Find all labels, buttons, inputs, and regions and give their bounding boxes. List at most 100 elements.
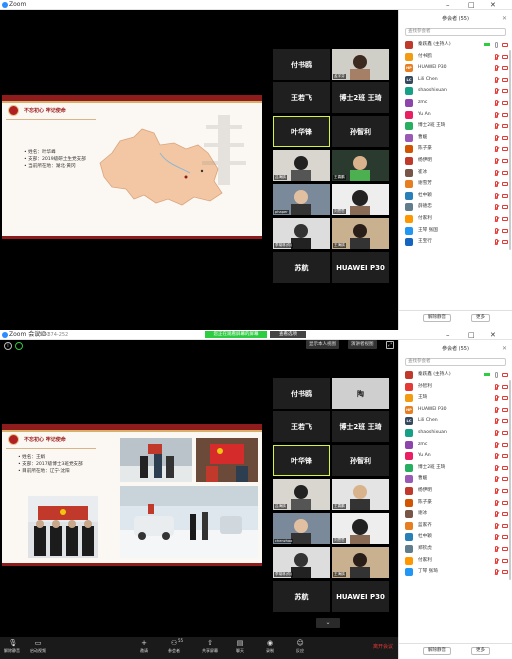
video-tile[interactable]: 吕海鸥 xyxy=(273,150,330,181)
video-off-icon[interactable] xyxy=(502,500,508,505)
video-off-icon[interactable] xyxy=(502,182,508,187)
video-off-icon[interactable] xyxy=(502,170,508,175)
video-tile[interactable]: 王海鸥 xyxy=(332,218,389,249)
video-tile[interactable]: 孙智利 xyxy=(332,116,389,147)
video-tile[interactable]: 王若飞 xyxy=(273,82,330,113)
participant-row[interactable]: shaoshixuan xyxy=(405,86,512,98)
toolbar-button[interactable]: ⇧ 共享屏幕 xyxy=(198,638,222,658)
participant-row[interactable]: 陈子豪 xyxy=(405,498,512,510)
close-icon[interactable]: ✕ xyxy=(490,0,496,10)
video-tile[interactable]: 李胡林(你) xyxy=(273,547,330,578)
fullscreen-icon[interactable]: ⤢ xyxy=(386,341,394,349)
participant-row[interactable]: 薛德忠 xyxy=(405,202,512,214)
participant-row[interactable]: 秦跃鑫 (主持人) xyxy=(405,370,512,382)
video-tile[interactable]: HUAWEI P30 xyxy=(332,581,389,612)
video-off-icon[interactable] xyxy=(502,512,508,517)
microphone-muted-icon[interactable] xyxy=(495,522,498,529)
participant-row[interactable]: 王琦 xyxy=(405,393,512,405)
video-off-icon[interactable] xyxy=(502,396,508,401)
video-off-icon[interactable] xyxy=(502,112,508,117)
microphone-muted-icon[interactable] xyxy=(495,169,498,176)
video-tile[interactable]: 刘思思 xyxy=(332,513,389,544)
microphone-muted-icon[interactable] xyxy=(495,487,498,494)
microphone-icon[interactable] xyxy=(495,42,498,48)
microphone-muted-icon[interactable] xyxy=(495,406,498,413)
participant-row[interactable]: HP HUAWEI P30 xyxy=(405,405,512,417)
video-off-icon[interactable] xyxy=(502,373,508,377)
participant-row[interactable]: shaoshixuan xyxy=(405,428,512,440)
participant-row[interactable]: 付家利 xyxy=(405,556,512,568)
microphone-muted-icon[interactable] xyxy=(495,76,498,83)
video-tile[interactable]: 付书鸥 xyxy=(273,49,330,80)
chevron-down-icon[interactable]: ⌄ xyxy=(316,618,340,628)
microphone-muted-icon[interactable] xyxy=(495,204,498,211)
video-off-icon[interactable] xyxy=(502,147,508,152)
microphone-muted-icon[interactable] xyxy=(495,111,498,118)
video-off-icon[interactable] xyxy=(502,535,508,540)
participant-row[interactable]: Yu An xyxy=(405,110,512,122)
minimize-icon[interactable]: – xyxy=(446,330,450,340)
video-tile[interactable]: 王喜鹏 xyxy=(332,479,389,510)
participant-row[interactable]: 蓝家齐 xyxy=(405,521,512,533)
participant-row[interactable]: 谢冰 xyxy=(405,509,512,521)
video-tile-active-speaker[interactable]: 叶华锋 xyxy=(273,116,330,147)
participant-row[interactable]: 曹媛 xyxy=(405,133,512,145)
participant-row[interactable]: 博士2班 王琦 xyxy=(405,121,512,133)
participant-row[interactable]: 杜中颖 xyxy=(405,532,512,544)
video-off-icon[interactable] xyxy=(502,228,508,233)
toolbar-button[interactable]: 🎙 解除静音 xyxy=(0,638,24,658)
participant-row[interactable]: 杜中颖 xyxy=(405,191,512,203)
video-off-icon[interactable] xyxy=(502,407,508,412)
video-tile[interactable]: 苏航 xyxy=(273,252,330,283)
participant-row[interactable]: 陈子豪 xyxy=(405,144,512,156)
participant-row[interactable]: 博士2班 王琦 xyxy=(405,463,512,475)
microphone-muted-icon[interactable] xyxy=(495,215,498,222)
participant-row[interactable]: LC Lili Chen xyxy=(405,416,512,428)
video-tile[interactable]: 孟宇芬 xyxy=(332,49,389,80)
maximize-icon[interactable]: □ xyxy=(468,330,475,340)
microphone-muted-icon[interactable] xyxy=(495,134,498,141)
microphone-icon[interactable] xyxy=(495,372,498,378)
more-button[interactable]: 更多 xyxy=(471,314,490,322)
microphone-muted-icon[interactable] xyxy=(495,99,498,106)
video-off-icon[interactable] xyxy=(502,488,508,493)
microphone-muted-icon[interactable] xyxy=(495,88,498,95)
participant-row[interactable]: 付家利 xyxy=(405,214,512,226)
video-tile[interactable]: phaper xyxy=(273,184,330,215)
unmute-all-button[interactable]: 解除静音 xyxy=(423,314,451,322)
video-off-icon[interactable] xyxy=(502,193,508,198)
video-off-icon[interactable] xyxy=(502,43,508,47)
video-tile[interactable]: 吕海鸥 xyxy=(273,479,330,510)
video-off-icon[interactable] xyxy=(502,558,508,563)
microphone-muted-icon[interactable] xyxy=(495,569,498,576)
unmute-all-button[interactable]: 解除静音 xyxy=(423,647,451,655)
leave-meeting-button[interactable]: 离开会议 xyxy=(372,643,394,652)
video-tile[interactable]: 李胡林(你) xyxy=(273,218,330,249)
microphone-muted-icon[interactable] xyxy=(495,453,498,460)
minimize-icon[interactable]: – xyxy=(446,0,450,10)
video-off-icon[interactable] xyxy=(502,442,508,447)
video-tile[interactable]: chenzhao xyxy=(273,513,330,544)
video-tile[interactable]: 王若飞 xyxy=(273,411,330,442)
participant-scrollbar[interactable] xyxy=(509,380,511,580)
participant-search-input[interactable]: 查找参会者 xyxy=(405,358,506,366)
video-off-icon[interactable] xyxy=(502,523,508,528)
toolbar-button[interactable]: ▤ 聊天 xyxy=(228,638,252,658)
video-off-icon[interactable] xyxy=(502,100,508,105)
microphone-muted-icon[interactable] xyxy=(495,192,498,199)
toolbar-button[interactable]: + 邀请 xyxy=(132,638,156,658)
toolbar-button[interactable]: ◉ 录制 xyxy=(258,638,282,658)
video-off-icon[interactable] xyxy=(502,240,508,245)
video-off-icon[interactable] xyxy=(502,124,508,129)
microphone-muted-icon[interactable] xyxy=(495,239,498,246)
microphone-muted-icon[interactable] xyxy=(495,545,498,552)
participant-row[interactable]: 付书鸥 xyxy=(405,52,512,64)
speaker-view-button[interactable]: 演讲者视图 xyxy=(348,340,377,349)
maximize-icon[interactable]: □ xyxy=(468,0,475,10)
video-tile[interactable]: 苏航 xyxy=(273,581,330,612)
microphone-muted-icon[interactable] xyxy=(495,383,498,390)
participant-row[interactable]: 丁琴 张琦 xyxy=(405,567,512,579)
video-tile[interactable]: 陶 xyxy=(332,378,389,409)
video-tile[interactable]: 刘思思 xyxy=(332,184,389,215)
participant-row[interactable]: 杨伊明 xyxy=(405,156,512,168)
